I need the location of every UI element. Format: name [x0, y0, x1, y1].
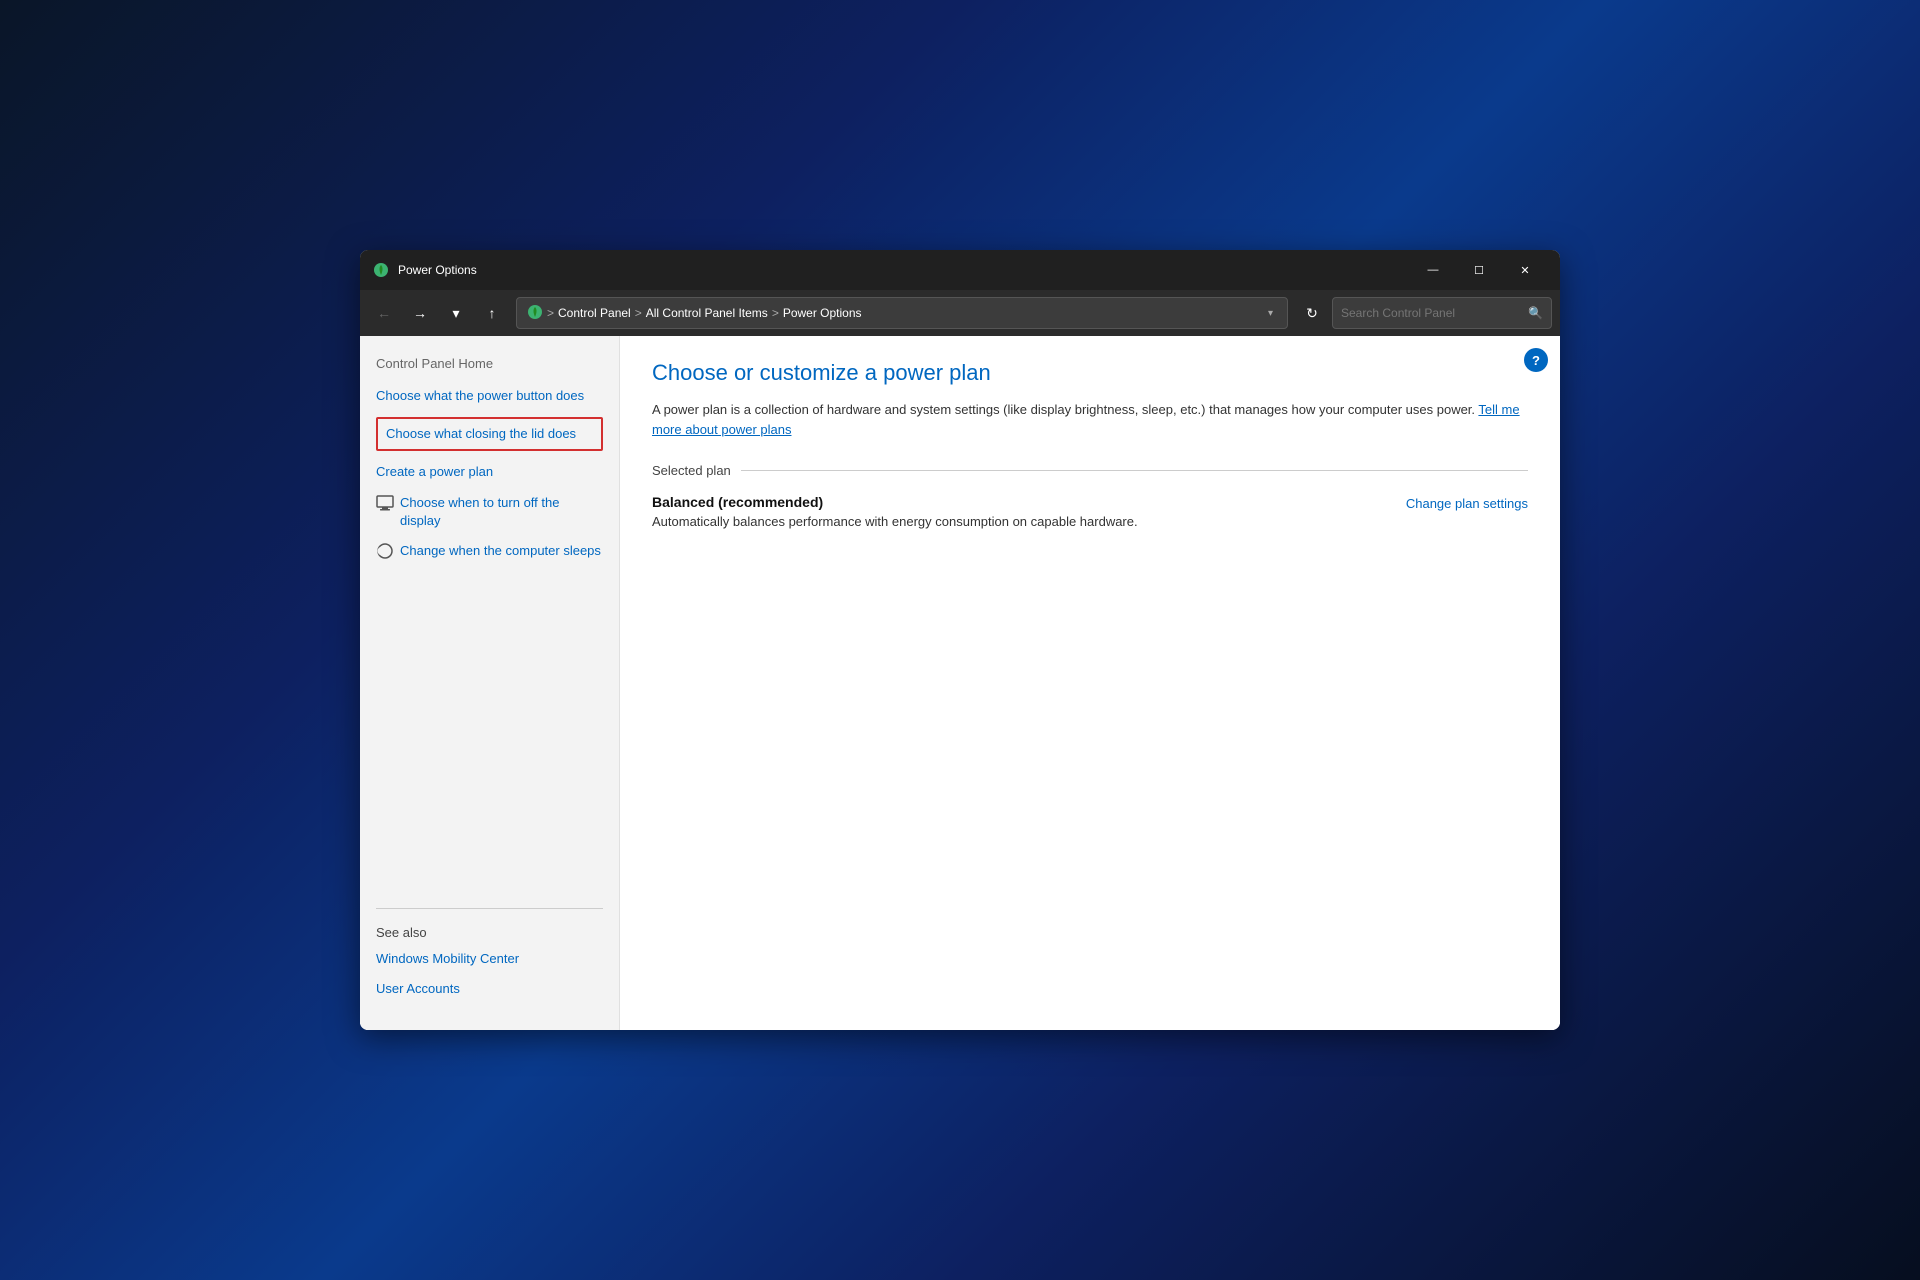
- main-panel: ? Choose or customize a power plan A pow…: [620, 336, 1560, 1030]
- plan-divider: [741, 470, 1528, 471]
- sidebar-turn-off-label[interactable]: Choose when to turn off the display: [400, 494, 603, 530]
- plan-description: Automatically balances performance with …: [652, 514, 1138, 529]
- plan-info: Balanced (recommended) Automatically bal…: [652, 494, 1138, 529]
- maximize-button[interactable]: ☐: [1456, 254, 1502, 286]
- address-path[interactable]: > Control Panel > All Control Panel Item…: [516, 297, 1288, 329]
- search-box: 🔍: [1332, 297, 1552, 329]
- selected-plan-section: Selected plan Balanced (recommended) Aut…: [652, 463, 1528, 529]
- path-dropdown-button[interactable]: ▾: [1264, 306, 1277, 321]
- monitor-icon: [376, 494, 394, 517]
- sidebar-sleeps-label[interactable]: Change when the computer sleeps: [400, 542, 601, 560]
- path-sep-3: >: [772, 306, 779, 320]
- window-icon: [372, 261, 390, 279]
- path-part-1[interactable]: Control Panel: [558, 306, 631, 320]
- search-icon: 🔍: [1528, 306, 1543, 320]
- window-title: Power Options: [398, 263, 1410, 277]
- sidebar-mobility-center[interactable]: Windows Mobility Center: [376, 950, 603, 968]
- sidebar-user-accounts[interactable]: User Accounts: [376, 980, 603, 998]
- main-description: A power plan is a collection of hardware…: [652, 400, 1528, 439]
- sidebar-item-create-plan[interactable]: Create a power plan: [376, 463, 603, 481]
- selected-plan-label: Selected plan: [652, 463, 731, 478]
- minimize-button[interactable]: —: [1410, 254, 1456, 286]
- help-button[interactable]: ?: [1524, 348, 1548, 372]
- change-plan-link[interactable]: Change plan settings: [1406, 494, 1528, 511]
- sidebar-item-power-button[interactable]: Choose what the power button does: [376, 387, 603, 405]
- power-options-window: Power Options — ☐ ✕ ← → ▾ ↑ > Control Pa…: [360, 250, 1560, 1030]
- sidebar-item-computer-sleeps[interactable]: Change when the computer sleeps: [376, 542, 603, 565]
- sidebar-divider: [376, 908, 603, 909]
- up-button[interactable]: ↑: [476, 297, 508, 329]
- sidebar-home-link[interactable]: Control Panel Home: [376, 356, 603, 371]
- moon-icon: [376, 542, 394, 565]
- path-sep-1: >: [547, 306, 554, 320]
- close-button[interactable]: ✕: [1502, 254, 1548, 286]
- path-icon: [527, 304, 543, 323]
- plan-row: Balanced (recommended) Automatically bal…: [652, 494, 1528, 529]
- dropdown-button[interactable]: ▾: [440, 297, 472, 329]
- forward-button[interactable]: →: [404, 297, 436, 329]
- refresh-button[interactable]: ↻: [1296, 297, 1328, 329]
- sidebar-item-turn-off-display[interactable]: Choose when to turn off the display: [376, 494, 603, 530]
- title-bar: Power Options — ☐ ✕: [360, 250, 1560, 290]
- plan-name: Balanced (recommended): [652, 494, 1138, 510]
- address-bar: ← → ▾ ↑ > Control Panel > All Control Pa…: [360, 290, 1560, 336]
- path-part-2[interactable]: All Control Panel Items: [646, 306, 768, 320]
- see-also-label: See also: [376, 925, 603, 940]
- search-input[interactable]: [1341, 306, 1522, 320]
- window-controls: — ☐ ✕: [1410, 254, 1548, 286]
- main-title: Choose or customize a power plan: [652, 360, 1528, 386]
- path-sep-2: >: [635, 306, 642, 320]
- back-button[interactable]: ←: [368, 297, 400, 329]
- description-text: A power plan is a collection of hardware…: [652, 402, 1475, 417]
- path-part-3[interactable]: Power Options: [783, 306, 862, 320]
- selected-plan-header: Selected plan: [652, 463, 1528, 478]
- sidebar-item-lid[interactable]: Choose what closing the lid does: [376, 417, 603, 451]
- content-area: Control Panel Home Choose what the power…: [360, 336, 1560, 1030]
- sidebar: Control Panel Home Choose what the power…: [360, 336, 620, 1030]
